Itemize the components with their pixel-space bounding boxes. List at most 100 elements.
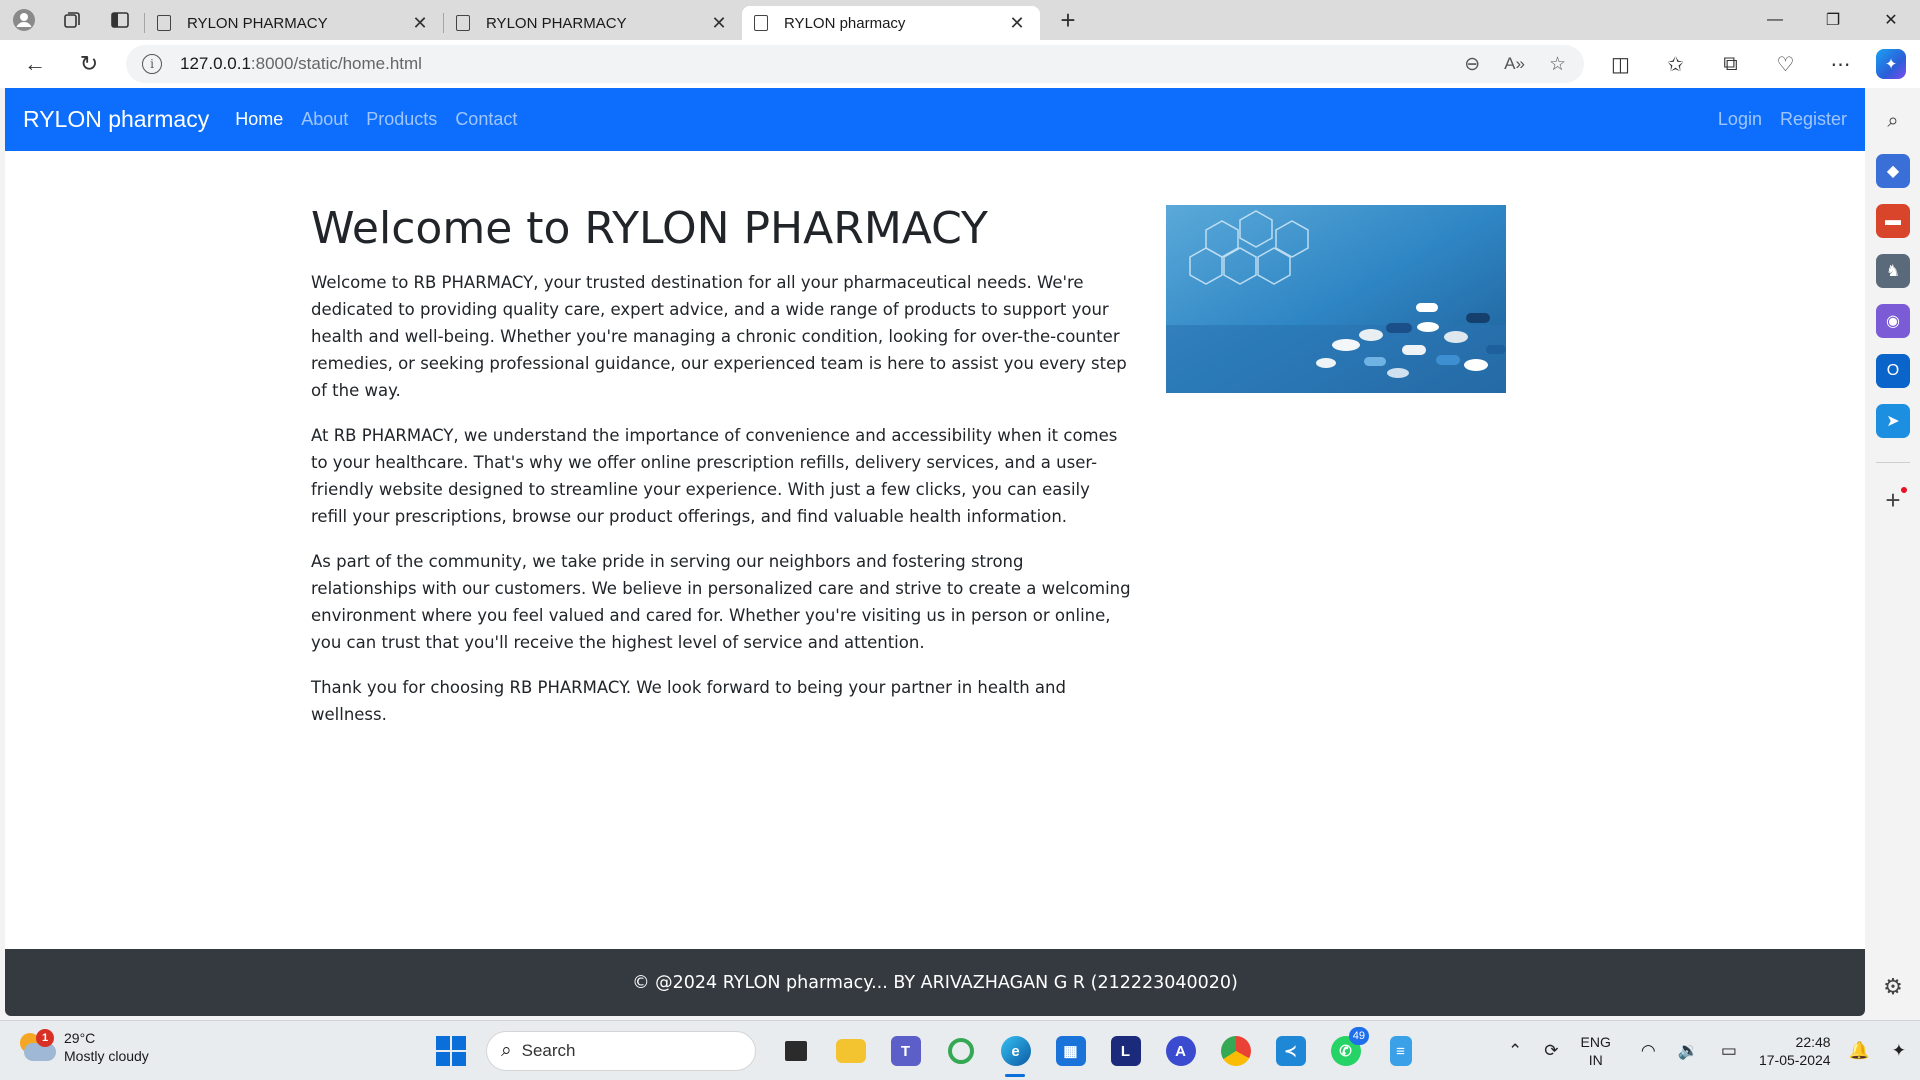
tab-title: RYLON PHARMACY	[486, 14, 627, 32]
close-tab-icon[interactable]: ✕	[409, 13, 431, 34]
sidebar-office-icon[interactable]: ◉	[1876, 304, 1910, 338]
microsoft-store-icon[interactable]: ▦	[1043, 1029, 1098, 1073]
input-language-indicator[interactable]: ENG IN	[1581, 1033, 1611, 1069]
chrome-icon[interactable]	[1208, 1029, 1263, 1073]
page-icon	[754, 15, 768, 31]
split-screen-icon[interactable]: ◫	[1593, 52, 1648, 77]
a-app-icon[interactable]: A	[1153, 1029, 1208, 1073]
read-aloud-icon[interactable]: A»	[1504, 54, 1525, 74]
taskbar-search-box[interactable]: ⌕ Search	[486, 1031, 756, 1071]
cloudy-weather-icon: 1	[20, 1029, 56, 1061]
url-text[interactable]: 127.0.0.1:8000/static/home.html	[180, 54, 422, 74]
lang-line-1: ENG	[1580, 1034, 1611, 1050]
address-bar[interactable]: i 127.0.0.1:8000/static/home.html ⊖ A» ☆	[126, 45, 1584, 83]
edge-browser-icon[interactable]: e	[988, 1029, 1043, 1077]
file-explorer-icon[interactable]	[823, 1029, 878, 1073]
taskbar-clock[interactable]: 22:48 17-05-2024	[1759, 1033, 1831, 1069]
l-app-icon[interactable]: L	[1098, 1029, 1153, 1073]
sidebar-games-icon[interactable]: ♞	[1876, 254, 1910, 288]
sidebar-add-icon[interactable]: +	[1885, 485, 1907, 516]
battery-icon[interactable]: ▭	[1721, 1041, 1737, 1061]
refresh-icon[interactable]: ↻	[62, 44, 116, 84]
footer-text: © @2024 RYLON pharmacy... BY ARIVAZHAGAN…	[632, 972, 1238, 993]
whatsapp-badge: 49	[1348, 1027, 1369, 1045]
page-icon	[157, 15, 171, 31]
nav-link-login[interactable]: Login	[1718, 109, 1762, 130]
lang-line-2: IN	[1588, 1052, 1603, 1068]
nav-link-products[interactable]: Products	[366, 109, 437, 130]
teams-icon[interactable]: T	[878, 1029, 933, 1073]
copilot-taskbar-icon[interactable]: ✦	[1892, 1041, 1906, 1061]
nav-link-home[interactable]: Home	[235, 109, 283, 130]
copilot-icon[interactable]: ✦	[1876, 49, 1906, 79]
taskbar-search-placeholder: Search	[521, 1041, 576, 1060]
sidebar-outlook-icon[interactable]: O	[1876, 354, 1910, 388]
close-window-icon[interactable]: ✕	[1862, 0, 1920, 40]
sync-app-icon[interactable]	[933, 1029, 988, 1073]
wifi-icon[interactable]: ◠	[1641, 1041, 1656, 1061]
tab-title: RYLON pharmacy	[784, 14, 906, 32]
whatsapp-icon[interactable]: ✆ 49	[1318, 1027, 1373, 1073]
page-heading: Welcome to RYLON PHARMACY	[311, 203, 988, 254]
site-info-icon[interactable]: i	[142, 54, 162, 74]
profile-icon[interactable]	[0, 0, 48, 40]
show-hidden-icons-chevron-icon[interactable]: ⌃	[1508, 1041, 1522, 1061]
back-icon[interactable]: ←	[8, 44, 62, 84]
windows-taskbar: 1 29°C Mostly cloudy ⌕ Search T e ▦ L A …	[0, 1020, 1920, 1080]
new-tab-button[interactable]: +	[1048, 3, 1088, 37]
tab-actions-icon[interactable]	[96, 0, 144, 40]
url-path: :8000/static/home.html	[250, 54, 422, 73]
browser-tab-3[interactable]: RYLON pharmacy ✕	[742, 6, 1040, 40]
address-bar-actions: ⊖ A» ☆	[1464, 45, 1566, 83]
collections-icon[interactable]: ⧉	[1703, 53, 1758, 76]
weather-badge: 1	[36, 1029, 54, 1047]
more-options-icon[interactable]: ⋯	[1813, 52, 1868, 77]
close-tab-icon[interactable]: ✕	[708, 13, 730, 34]
sidebar-shopping-icon[interactable]: ◆	[1876, 154, 1910, 188]
sidebar-divider	[1876, 462, 1910, 463]
page-viewport: RYLON pharmacy Home About Products Conta…	[5, 88, 1865, 1016]
sidebar-settings-icon[interactable]: ⚙	[1883, 974, 1903, 1000]
browser-essentials-icon[interactable]: ♡	[1758, 52, 1813, 77]
clock-date: 17-05-2024	[1758, 1052, 1831, 1068]
sidebar-tools-icon[interactable]: ▬	[1876, 204, 1910, 238]
intro-paragraph-2: At RB PHARMACY, we understand the import…	[311, 426, 1118, 526]
intro-paragraph-1: Welcome to RB PHARMACY, your trusted des…	[311, 273, 1127, 400]
restore-icon[interactable]: ❐	[1804, 0, 1862, 40]
tab-title: RYLON PHARMACY	[187, 14, 328, 32]
nav-link-about[interactable]: About	[301, 109, 348, 130]
start-button-windows-icon[interactable]	[436, 1036, 466, 1066]
notification-bell-icon[interactable]: 🔔	[1849, 1041, 1870, 1061]
pharmacy-hero-image	[1166, 205, 1506, 393]
weather-widget[interactable]: 1 29°C Mostly cloudy	[20, 1029, 149, 1065]
edge-sidebar: ⌕ ◆ ▬ ♞ ◉ O ➤ + ⚙	[1866, 88, 1920, 1016]
sync-status-icon[interactable]: ⟳	[1544, 1041, 1558, 1061]
vscode-icon[interactable]: ≺	[1263, 1029, 1318, 1073]
weather-text: 29°C Mostly cloudy	[64, 1029, 149, 1065]
weather-desc: Mostly cloudy	[64, 1048, 149, 1064]
intro-paragraph-3: As part of the community, we take pride …	[311, 552, 1131, 652]
taskbar-apps: T e ▦ L A ≺ ✆ 49 ≡	[768, 1027, 1428, 1077]
notepad-icon[interactable]: ≡	[1373, 1029, 1428, 1073]
navbar-auth-links: Login Register	[1700, 109, 1847, 130]
minimize-icon[interactable]: —	[1746, 0, 1804, 40]
weather-temp: 29°C	[64, 1030, 96, 1046]
volume-icon[interactable]: 🔉	[1678, 1041, 1699, 1061]
favorite-star-icon[interactable]: ☆	[1549, 53, 1566, 76]
zoom-out-icon[interactable]: ⊖	[1464, 53, 1480, 76]
task-view-icon[interactable]	[768, 1029, 823, 1073]
site-footer: © @2024 RYLON pharmacy... BY ARIVAZHAGAN…	[5, 949, 1865, 1016]
favorites-icon[interactable]: ✩	[1648, 52, 1703, 77]
workspaces-icon[interactable]	[48, 0, 96, 40]
navbar-brand[interactable]: RYLON pharmacy	[23, 106, 209, 133]
sidebar-send-icon[interactable]: ➤	[1876, 404, 1910, 438]
browser-tab-2[interactable]: RYLON PHARMACY ✕	[444, 6, 742, 40]
nav-link-register[interactable]: Register	[1780, 109, 1847, 130]
nav-link-contact[interactable]: Contact	[455, 109, 517, 130]
browser-tab-1[interactable]: RYLON PHARMACY ✕	[145, 6, 443, 40]
notification-dot	[1900, 487, 1907, 493]
site-navbar: RYLON pharmacy Home About Products Conta…	[5, 88, 1865, 151]
close-tab-icon[interactable]: ✕	[1006, 13, 1028, 34]
browser-toolbar: ← ↻ i 127.0.0.1:8000/static/home.html ⊖ …	[0, 40, 1920, 88]
sidebar-search-icon[interactable]: ⌕	[1876, 104, 1910, 138]
